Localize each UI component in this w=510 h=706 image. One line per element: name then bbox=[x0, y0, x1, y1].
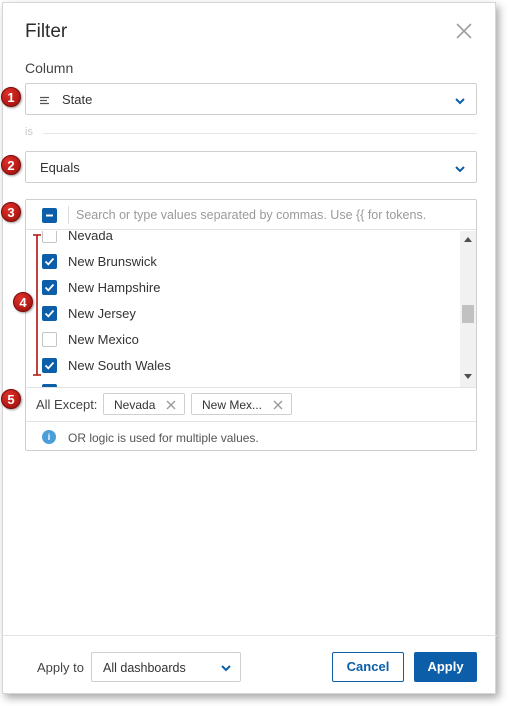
except-chip: New Mex... bbox=[191, 393, 292, 415]
close-icon[interactable] bbox=[455, 22, 473, 40]
item-label: New South Wales bbox=[68, 358, 171, 373]
list-item[interactable]: Nevada bbox=[26, 231, 458, 249]
scroll-up-icon[interactable] bbox=[464, 237, 472, 242]
callout-marker-1: 1 bbox=[1, 87, 21, 107]
select-all-checkbox[interactable] bbox=[42, 208, 57, 223]
list-scrollbar[interactable] bbox=[460, 231, 476, 387]
search-separator bbox=[68, 206, 69, 224]
search-input[interactable] bbox=[76, 206, 466, 224]
filter-dialog: Filter Column State is Equals Search or … bbox=[2, 2, 497, 695]
item-label: New Hampshire bbox=[68, 280, 161, 295]
item-label: Nevada bbox=[68, 231, 113, 243]
scroll-down-icon[interactable] bbox=[464, 374, 472, 379]
callout-marker-2: 2 bbox=[1, 155, 21, 175]
list-item[interactable]: New Hampshire bbox=[26, 275, 458, 301]
callout-marker-4: 4 bbox=[13, 292, 33, 312]
dialog-footer: Apply to All dashboards Cancel Apply bbox=[3, 635, 497, 695]
is-label: is bbox=[25, 126, 33, 138]
dialog-title: Filter bbox=[25, 21, 68, 42]
list-item[interactable]: New Mexico bbox=[26, 327, 458, 353]
item-label: New Jersey bbox=[68, 306, 136, 321]
item-checkbox[interactable] bbox=[42, 358, 57, 373]
scroll-thumb[interactable] bbox=[462, 305, 474, 323]
list-item[interactable]: New Jersey bbox=[26, 301, 458, 327]
except-label: All Except: bbox=[36, 397, 98, 412]
remove-chip-icon[interactable] bbox=[166, 399, 176, 413]
except-row: All Except: Nevada New Mex... bbox=[26, 387, 476, 421]
values-list: Nevada New Brunswick New Hampshire New J… bbox=[26, 231, 476, 387]
item-label: New Mexico bbox=[68, 332, 139, 347]
item-checkbox[interactable] bbox=[42, 306, 57, 321]
item-checkbox[interactable] bbox=[42, 280, 57, 295]
chip-label: Nevada bbox=[114, 398, 156, 412]
apply-to-label: Apply to bbox=[37, 660, 84, 675]
info-row: i OR logic is used for multiple values. bbox=[26, 421, 476, 451]
item-checkbox[interactable] bbox=[42, 231, 57, 243]
is-divider: is bbox=[25, 126, 477, 140]
list-item-partial[interactable] bbox=[26, 379, 458, 387]
callout-bracket bbox=[33, 234, 41, 376]
lines-icon bbox=[40, 94, 50, 109]
column-select[interactable]: State bbox=[25, 83, 477, 115]
item-label: New Brunswick bbox=[68, 254, 157, 269]
search-row bbox=[26, 200, 476, 230]
operator-value: Equals bbox=[40, 160, 80, 175]
chevron-down-icon bbox=[220, 662, 232, 676]
column-value: State bbox=[62, 92, 93, 107]
operator-select[interactable]: Equals bbox=[25, 151, 477, 183]
cancel-button[interactable]: Cancel bbox=[332, 652, 404, 682]
list-item[interactable]: New South Wales bbox=[26, 353, 458, 379]
item-checkbox[interactable] bbox=[42, 332, 57, 347]
item-checkbox[interactable] bbox=[42, 254, 57, 269]
info-icon: i bbox=[42, 430, 56, 444]
callout-marker-5: 5 bbox=[1, 389, 21, 409]
list-item[interactable]: New Brunswick bbox=[26, 249, 458, 275]
except-chip: Nevada bbox=[103, 393, 185, 415]
chip-label: New Mex... bbox=[202, 398, 263, 412]
chevron-down-icon bbox=[454, 162, 466, 177]
info-text: OR logic is used for multiple values. bbox=[68, 431, 259, 445]
callout-marker-3: 3 bbox=[1, 202, 21, 222]
dashboards-value: All dashboards bbox=[103, 661, 186, 675]
dashboards-select[interactable]: All dashboards bbox=[91, 652, 241, 682]
apply-button[interactable]: Apply bbox=[414, 652, 477, 682]
chevron-down-icon bbox=[454, 94, 466, 109]
remove-chip-icon[interactable] bbox=[273, 399, 283, 413]
values-box: Nevada New Brunswick New Hampshire New J… bbox=[25, 199, 477, 451]
divider-line bbox=[43, 133, 477, 134]
column-label: Column bbox=[25, 60, 74, 76]
